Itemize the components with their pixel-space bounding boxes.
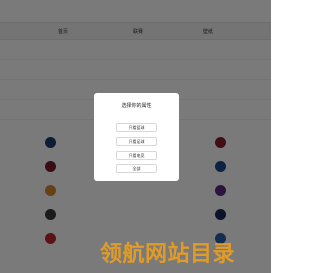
attribute-modal: 选择你的属性 只看篮球 只看足球 只看电竞 全部: [94, 93, 179, 181]
option-football-button[interactable]: 只看足球: [116, 137, 157, 146]
option-esports-button[interactable]: 只看电竞: [116, 151, 157, 160]
modal-title: 选择你的属性: [121, 103, 152, 109]
option-basketball-button[interactable]: 只看篮球: [116, 123, 157, 132]
option-all-button[interactable]: 全部: [116, 164, 157, 173]
watermark-text: 领航网站目录: [100, 242, 236, 267]
watermark-logo: 领航网站目录: [94, 236, 271, 267]
